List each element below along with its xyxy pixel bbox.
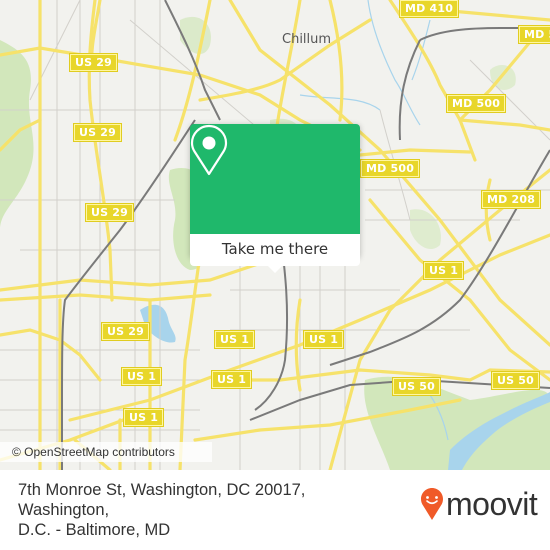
road-badge-us1: US 1: [422, 261, 465, 280]
location-popup: Take me there: [190, 124, 360, 273]
road-badge-us50: US 50: [392, 377, 441, 396]
moovit-logo[interactable]: moovit: [420, 484, 538, 524]
moovit-pin-icon: [421, 488, 443, 520]
road-badge-md208: MD 208: [480, 190, 542, 209]
popup-header: [190, 124, 360, 234]
map[interactable]: Chillum US 29 US 29 US 29 US 29 US 1 US …: [0, 0, 550, 470]
address-line-1: 7th Monroe St, Washington, DC 20017, Was…: [18, 481, 306, 519]
address-line-2: D.C. - Baltimore, MD: [18, 521, 171, 539]
road-badge-md500: MD 500: [359, 159, 421, 178]
address-text: 7th Monroe St, Washington, DC 20017, Was…: [18, 480, 398, 540]
road-badge-us50: US 50: [491, 371, 540, 390]
road-badge-md500: MD 500: [445, 94, 507, 113]
road-badge-us1: US 1: [210, 370, 253, 389]
road-badge-us1: US 1: [302, 330, 345, 349]
road-badge-us1: US 1: [122, 408, 165, 427]
popup-pointer: [267, 265, 283, 273]
map-pin-icon: [190, 124, 228, 176]
road-badge-us1: US 1: [213, 330, 256, 349]
moovit-wordmark: moovit: [446, 485, 538, 522]
take-me-there-button[interactable]: Take me there: [190, 234, 360, 266]
road-badge-us29: US 29: [73, 123, 122, 142]
road-badge-us29: US 29: [101, 322, 150, 341]
map-attribution[interactable]: © OpenStreetMap contributors: [0, 442, 212, 462]
road-badge-us29: US 29: [85, 203, 134, 222]
footer: 7th Monroe St, Washington, DC 20017, Was…: [0, 470, 550, 550]
road-badge-md410: MD 410: [398, 0, 460, 18]
place-label-chillum: Chillum: [282, 32, 332, 47]
road-badge-us1: US 1: [120, 367, 163, 386]
road-badge-us29: US 29: [69, 53, 118, 72]
road-badge-md500: MD 500: [517, 25, 550, 44]
